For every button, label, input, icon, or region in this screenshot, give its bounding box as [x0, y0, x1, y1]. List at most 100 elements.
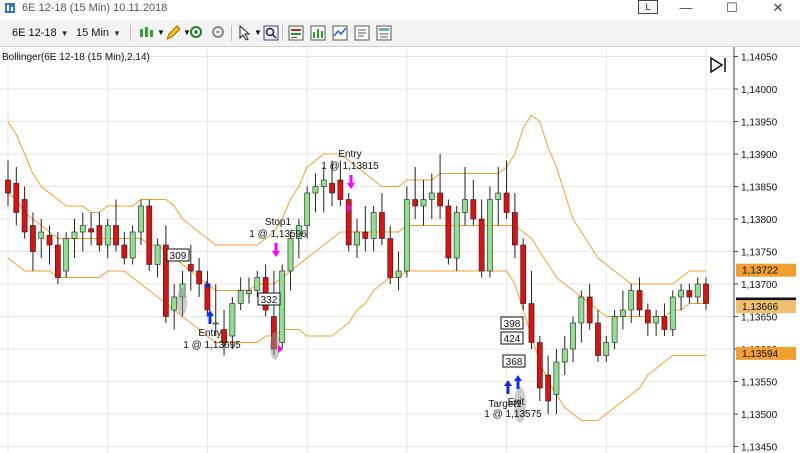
- entry-bottom-detail: 1 @ 1,13695: [183, 340, 241, 351]
- bollinger-lower-line: [7, 257, 706, 421]
- candle: [412, 199, 419, 207]
- candle: [229, 303, 236, 337]
- candle: [678, 290, 684, 298]
- candle: [694, 283, 701, 298]
- price-tick-label: 1,14000: [741, 85, 778, 96]
- instrument-selector[interactable]: 6E 12-18 ▼: [12, 24, 69, 42]
- interval-label: 15 Min: [76, 27, 110, 39]
- candle: [5, 179, 11, 194]
- order-box-398-label: 398: [504, 319, 521, 330]
- candle: [653, 316, 660, 324]
- candle: [96, 225, 103, 246]
- candle: [63, 238, 70, 272]
- candle: [578, 296, 585, 324]
- entry-bottom-label: Entry: [198, 328, 221, 339]
- candle: [337, 179, 344, 200]
- candle: [503, 192, 510, 213]
- minimize-icon[interactable]: —: [666, 0, 706, 16]
- candle: [212, 322, 219, 325]
- data-box-icon[interactable]: [375, 24, 393, 42]
- candle: [237, 290, 244, 304]
- candle: [129, 231, 136, 259]
- candle: [154, 244, 161, 265]
- candle: [536, 342, 543, 389]
- chevron-down-icon[interactable]: ▼: [254, 24, 262, 42]
- interval-selector[interactable]: 15 Min ▼: [76, 24, 121, 42]
- indicators-icon[interactable]: [331, 24, 349, 42]
- price-tick-label: 1,13500: [741, 410, 778, 421]
- entry-top-label: Entry: [338, 149, 361, 160]
- toolbar: 6E 12-18 ▼ 15 Min ▼ ▼ ▼ ▼: [0, 20, 800, 47]
- candle: [204, 283, 211, 311]
- indicator-label: Bollinger(6E 12-18 (15 Min),2,14): [2, 52, 150, 63]
- candle: [30, 225, 36, 252]
- bar-type-icon[interactable]: [138, 24, 156, 42]
- properties-icon[interactable]: [353, 24, 371, 42]
- candle: [146, 205, 153, 265]
- candle: [478, 218, 485, 272]
- candle: [445, 205, 452, 259]
- maximize-icon[interactable]: ☐: [712, 0, 752, 16]
- candle: [196, 270, 202, 285]
- candle: [21, 199, 28, 233]
- candle: [312, 186, 319, 194]
- candle: [13, 182, 20, 213]
- candle: [187, 264, 194, 272]
- candle: [586, 296, 593, 324]
- scroll-end-icon[interactable]: [710, 56, 724, 74]
- candle: [437, 192, 443, 207]
- order-box-424-label: 424: [504, 334, 521, 345]
- pencil-icon[interactable]: [164, 24, 182, 42]
- bollinger-upper-line: [7, 114, 706, 285]
- toolbar-divider: [231, 25, 232, 41]
- price-tick-label: 1,13900: [741, 150, 778, 161]
- candle: [254, 277, 261, 291]
- stop1-detail: 1 @ 1,13596: [249, 229, 307, 240]
- price-tick-label: 1,13550: [741, 378, 778, 389]
- candle: [462, 199, 468, 213]
- order-box-332-label: 332: [261, 295, 278, 306]
- candle: [88, 228, 94, 233]
- candle: [595, 322, 601, 356]
- order-box-368-label: 368: [506, 357, 523, 368]
- candle: [379, 212, 385, 239]
- candle: [420, 199, 427, 207]
- buy-arrow-icon: [504, 380, 512, 394]
- candle: [686, 290, 693, 298]
- candle: [703, 283, 709, 304]
- target-detail: 1 @ 1,13575: [484, 409, 542, 420]
- close-icon[interactable]: ✕: [758, 0, 798, 16]
- price-tick-label: 1,13650: [741, 313, 778, 324]
- candle: [38, 231, 45, 239]
- candle: [71, 231, 78, 239]
- chevron-down-icon: ▼: [113, 29, 121, 38]
- order-entry-icon[interactable]: [287, 24, 305, 42]
- price-chart[interactable]: 1,14050 1,14000 1,13950 1,13900 1,13850 1,138…: [0, 47, 800, 453]
- candle: [171, 296, 178, 311]
- title-bar: 6E 12-18 (15 Min) 10.11.2018 L — ☐ ✕: [0, 0, 800, 18]
- candle: [528, 303, 535, 343]
- candle: [661, 316, 668, 330]
- stop1-label: Stop1: [265, 217, 292, 228]
- trade-marker: [177, 288, 187, 316]
- candle: [553, 361, 560, 395]
- candle: [428, 192, 435, 200]
- candle: [570, 322, 576, 350]
- candle: [387, 238, 394, 278]
- candle: [354, 231, 360, 246]
- toolbar-divider: [282, 25, 283, 41]
- strategy-icon[interactable]: [309, 24, 327, 42]
- candle: [561, 348, 568, 363]
- candle: [495, 192, 502, 200]
- toolbar-divider: [130, 25, 131, 41]
- link-button[interactable]: L: [638, 0, 658, 14]
- cursor-icon[interactable]: [236, 24, 254, 42]
- search-icon[interactable]: [262, 24, 280, 42]
- candle: [395, 270, 402, 278]
- candle: [304, 192, 311, 226]
- zoom-add-icon[interactable]: [188, 24, 206, 42]
- candle: [121, 244, 128, 259]
- zoom-remove-icon[interactable]: [210, 24, 228, 42]
- candle: [669, 296, 676, 330]
- window-title: 6E 12-18 (15 Min) 10.11.2018: [22, 2, 168, 14]
